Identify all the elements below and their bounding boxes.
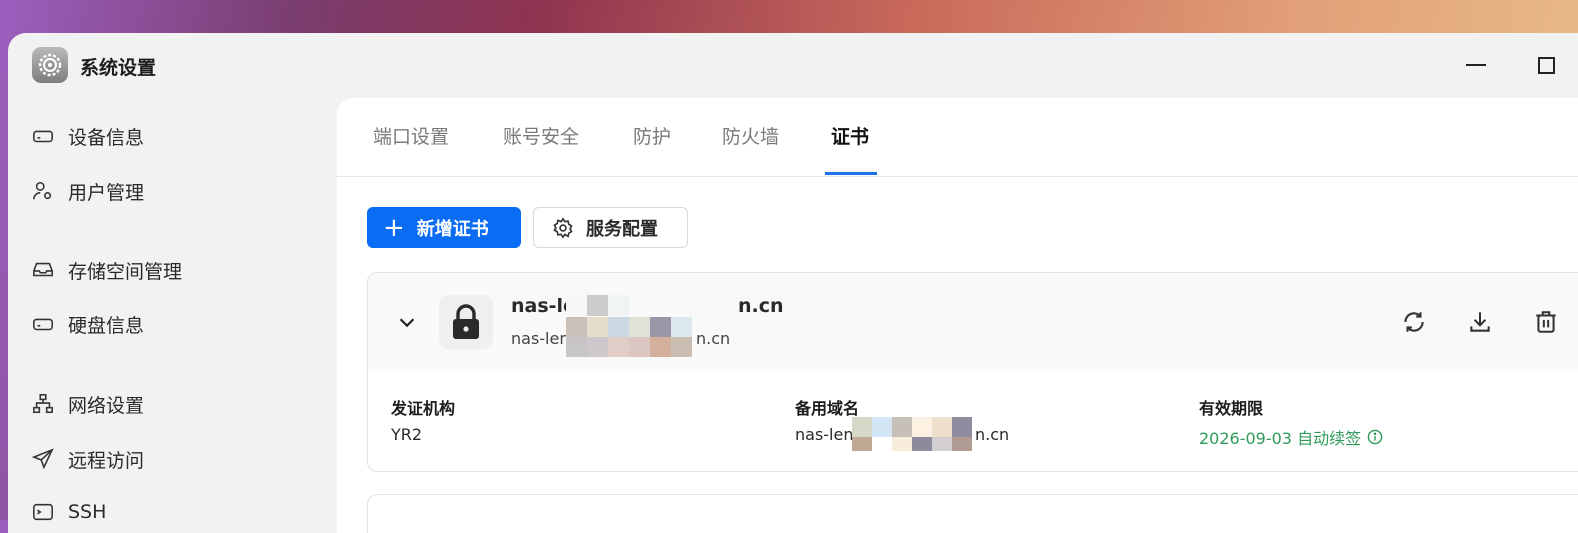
main-content: 端口设置 账号安全 防护 防火墙 证书 + 新增证书 服务配置 nas-le n…: [337, 98, 1578, 533]
sidebar-item-device-info[interactable]: 设备信息: [32, 121, 144, 151]
network-icon: [33, 394, 53, 414]
sidebar-item-label: 硬盘信息: [68, 314, 145, 337]
sidebar-item-label: 网络设置: [68, 394, 145, 417]
settings-window: 系统设置 设备信息 用户管理 存储空间管理 硬盘信息 网络设置 远程访问 SSH…: [8, 33, 1578, 533]
settings-app-icon: [32, 47, 68, 83]
disk-icon: [33, 318, 53, 331]
service-config-button[interactable]: 服务配置: [533, 207, 688, 248]
lock-icon-box: [439, 295, 493, 349]
refresh-icon[interactable]: [1401, 309, 1427, 335]
sidebar-item-disk-info[interactable]: 硬盘信息: [32, 309, 144, 339]
sidebar-item-user-management[interactable]: 用户管理: [32, 176, 144, 206]
certificate-card-2: [367, 494, 1578, 533]
title-bar: 系统设置: [8, 33, 1578, 97]
add-certificate-label: 新增证书: [416, 218, 489, 240]
certificate-card: nas-le n.cn nas-len n.cn 发证机构 YR2 备用域名 n…: [367, 272, 1578, 472]
sidebar-item-label: 用户管理: [68, 181, 145, 204]
tab-protection[interactable]: 防护: [633, 122, 671, 149]
redacted-mosaic: [852, 417, 972, 451]
certificate-card-header: nas-le n.cn nas-len n.cn: [368, 273, 1578, 369]
tab-port-settings[interactable]: 端口设置: [373, 122, 449, 149]
chevron-down-icon[interactable]: [396, 311, 418, 333]
lock-icon: [453, 304, 479, 339]
sidebar-item-label: 远程访问: [68, 449, 145, 472]
user-settings-icon: [33, 181, 52, 200]
tab-bar: 端口设置 账号安全 防护 防火墙 证书: [337, 98, 1578, 177]
expiry-value: 2026-09-03 自动续签: [1199, 429, 1362, 448]
certificate-subdomain-start: nas-len: [511, 329, 570, 348]
tab-certificate[interactable]: 证书: [831, 122, 869, 149]
certificate-domain-end: n.cn: [738, 295, 784, 317]
tab-account-security[interactable]: 账号安全: [503, 122, 579, 149]
window-title: 系统设置: [80, 57, 157, 79]
certificate-subdomain-end: n.cn: [696, 329, 731, 348]
info-icon[interactable]: [1367, 429, 1383, 445]
sidebar-item-network[interactable]: 网络设置: [32, 389, 144, 419]
maximize-button[interactable]: [1538, 57, 1555, 74]
expiry-status: 2026-09-03 自动续签: [1199, 425, 1383, 449]
send-icon: [32, 448, 54, 470]
sidebar-item-remote-access[interactable]: 远程访问: [32, 444, 144, 474]
alt-domain-label: 备用域名: [795, 399, 860, 418]
redacted-mosaic: [566, 317, 692, 357]
download-icon[interactable]: [1467, 309, 1493, 335]
sidebar-item-label: 设备信息: [68, 126, 145, 149]
issuer-value: YR2: [391, 425, 423, 444]
sidebar-item-ssh[interactable]: SSH: [32, 497, 106, 527]
issuer-label: 发证机构: [391, 399, 456, 418]
active-tab-indicator: [825, 172, 877, 175]
alt-domain-start: nas-len: [795, 425, 854, 444]
trash-icon[interactable]: [1533, 309, 1559, 335]
gear-icon: [553, 216, 573, 239]
expiry-label: 有效期限: [1199, 399, 1264, 418]
plus-icon: +: [383, 212, 405, 243]
minimize-button[interactable]: [1466, 64, 1486, 66]
device-icon: [33, 130, 53, 143]
tab-firewall[interactable]: 防火墙: [722, 122, 779, 149]
add-certificate-button[interactable]: + 新增证书: [367, 207, 521, 248]
redacted-mosaic: [566, 295, 629, 316]
storage-icon: [33, 262, 53, 277]
sidebar-item-storage[interactable]: 存储空间管理: [32, 255, 182, 285]
service-config-label: 服务配置: [586, 218, 658, 240]
alt-domain-end: n.cn: [975, 425, 1010, 444]
sidebar-item-label: 存储空间管理: [68, 260, 183, 283]
